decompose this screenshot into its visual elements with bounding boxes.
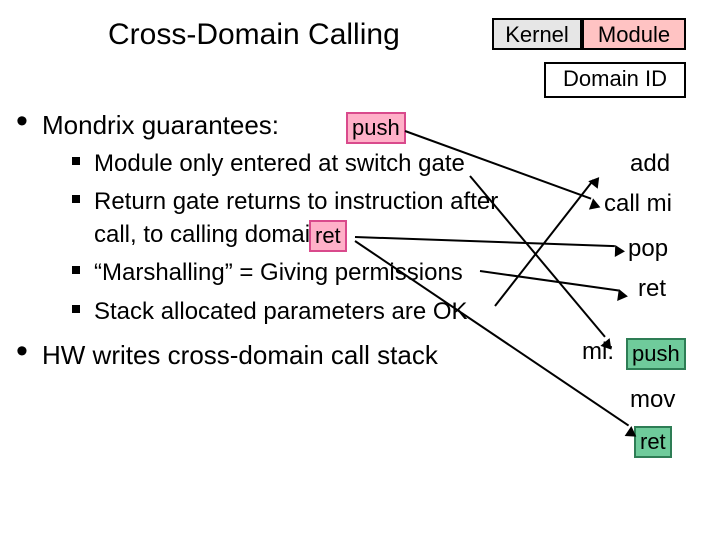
slide-title: Cross-Domain Calling: [108, 18, 400, 52]
sub-bullet-text-b: call, to calling domain: [94, 221, 323, 248]
sub-bullet-text: “Marshalling” = Giving permissions: [94, 259, 463, 286]
box-kernel: Kernel: [492, 18, 582, 50]
bullet-hw-writes: •HW writes cross-domain call stack: [16, 340, 438, 371]
opcode-ret-inline: ret: [309, 220, 347, 252]
bullet-mondrix-guarantees: •Mondrix guarantees:: [16, 110, 279, 141]
arrow-head-icon: [617, 289, 629, 302]
sub-bullet-text-a: Return gate returns to instruction after: [94, 188, 498, 215]
bullet-text: HW writes cross-domain call stack: [42, 340, 438, 370]
side-op-mov: mov: [630, 386, 675, 414]
sub-bullet-text: Module only entered at switch gate: [94, 150, 465, 177]
sub-bullet-marker-icon: [72, 305, 80, 313]
side-op-add: add: [630, 150, 670, 178]
slide: Cross-Domain Calling Kernel Module Domai…: [0, 0, 720, 540]
bullet-dot-icon: •: [16, 110, 42, 132]
arrow-head-icon: [615, 245, 625, 257]
opcode-push-inline: push: [346, 112, 406, 144]
sub-bullet-3: “Marshalling” = Giving permissions: [72, 257, 592, 289]
sub-bullet-text: Stack allocated parameters are OK: [94, 298, 468, 325]
bullet-dot-icon: •: [16, 340, 42, 362]
side-op-pop: pop: [628, 235, 668, 263]
sub-bullet-4: Stack allocated parameters are OK: [72, 296, 592, 328]
side-op-call-mi: call mi: [604, 190, 672, 218]
opcode-push-side: push: [626, 338, 686, 370]
sub-bullet-marker-icon: [72, 157, 80, 165]
box-domain-id: Domain ID: [544, 62, 686, 98]
sub-bullet-1: Module only entered at switch gate: [72, 148, 592, 180]
bullet-text: Mondrix guarantees:: [42, 110, 279, 140]
sub-bullet-marker-icon: [72, 195, 80, 203]
side-op-ret: ret: [638, 275, 666, 303]
box-module: Module: [582, 18, 686, 50]
sub-bullet-marker-icon: [72, 266, 80, 274]
